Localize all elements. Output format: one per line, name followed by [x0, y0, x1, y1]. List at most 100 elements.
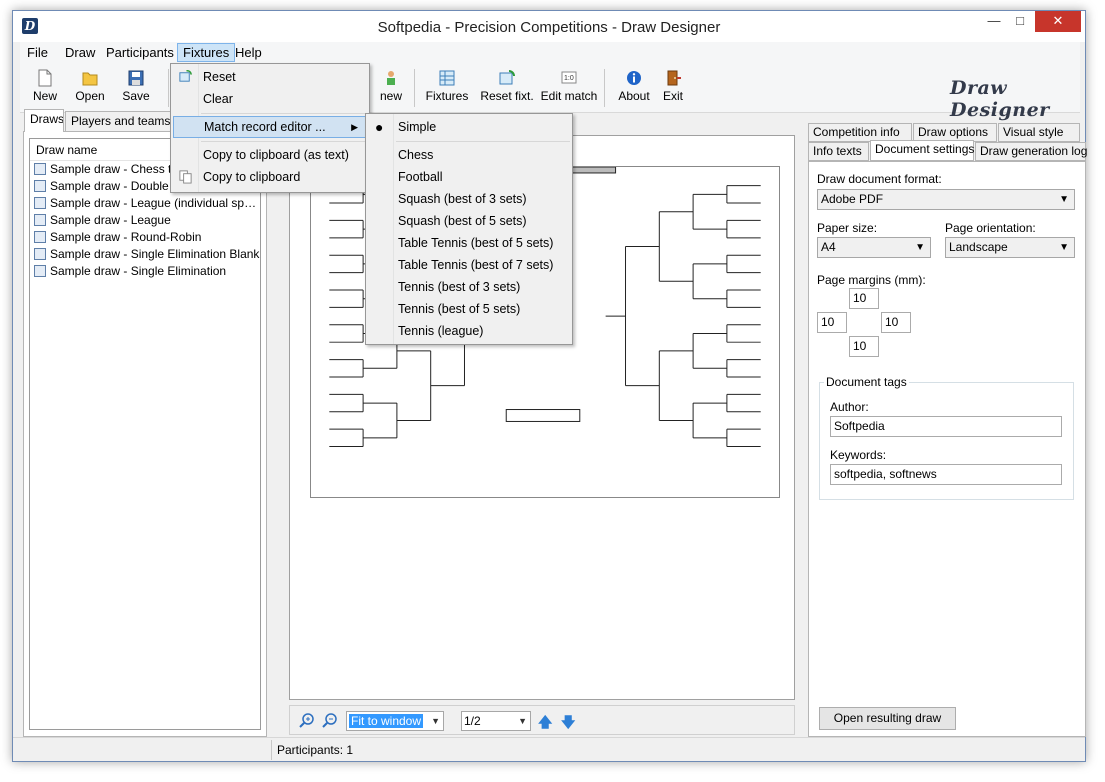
margin-bottom-field[interactable]: 10 — [849, 336, 879, 357]
list-item-label: Sample draw - League (individual sp… — [50, 196, 257, 210]
menu-item-label: Tennis (best of 5 sets) — [398, 302, 521, 316]
right-panel: Competition info Draw options Visual sty… — [808, 123, 1087, 737]
tab-players-and-teams[interactable]: Players and teams d — [65, 111, 171, 131]
orientation-select[interactable]: Landscape ▼ — [945, 237, 1075, 258]
menu-item-label: Tennis (league) — [398, 324, 484, 338]
list-item-label: Sample draw - Chess tou — [50, 162, 185, 176]
page-down-icon[interactable]: 🡇 — [561, 712, 575, 736]
list-item-label: Sample draw - Round-Robin — [50, 230, 202, 244]
menu-item-copy-as-text[interactable]: Copy to clipboard (as text) — [173, 144, 367, 166]
status-separator — [271, 740, 272, 760]
list-item[interactable]: Sample draw - League — [30, 212, 260, 229]
new-participant-label: new — [379, 89, 402, 103]
open-folder-icon — [82, 72, 98, 86]
new-file-icon — [38, 69, 52, 87]
edit-match-label: Edit match — [540, 89, 598, 103]
menu-item-squash-3[interactable]: Squash (best of 3 sets) — [368, 188, 570, 210]
menu-item-reset[interactable]: Reset — [173, 66, 367, 88]
margin-right-field[interactable]: 10 — [881, 312, 911, 333]
toolbar-separator — [168, 69, 169, 107]
minimize-button[interactable]: — — [981, 11, 1007, 32]
reset-fixtures-button[interactable]: Reset fixt. — [476, 65, 538, 111]
menu-item-clear[interactable]: Clear — [173, 88, 367, 110]
menu-item-label: Match record editor ... — [204, 120, 326, 134]
menu-draw[interactable]: Draw — [60, 43, 100, 62]
menu-participants[interactable]: Participants — [101, 43, 179, 62]
menu-item-chess[interactable]: Chess — [368, 144, 570, 166]
margin-left-field[interactable]: 10 — [817, 312, 847, 333]
menu-item-tennis-5[interactable]: Tennis (best of 5 sets) — [368, 298, 570, 320]
edit-match-button[interactable]: 1:0 Edit match — [540, 65, 598, 111]
zoom-out-icon[interactable] — [322, 712, 338, 728]
list-item[interactable]: Sample draw - League (individual sp… — [30, 195, 260, 212]
draw-icon — [34, 248, 46, 260]
menu-item-label: Chess — [398, 148, 434, 162]
submenu-arrow-icon: ▶ — [351, 122, 358, 132]
menu-item-label: Tennis (best of 3 sets) — [398, 280, 521, 294]
format-select[interactable]: Adobe PDF ▼ — [817, 189, 1075, 210]
keywords-label: Keywords: — [830, 448, 887, 462]
menu-item-table-tennis-7[interactable]: Table Tennis (best of 7 sets) — [368, 254, 570, 276]
page-select[interactable]: 1/2 ▼ — [461, 711, 531, 731]
zoom-mode-value: Fit to window — [349, 714, 424, 728]
list-item[interactable]: Sample draw - Round-Robin — [30, 229, 260, 246]
brand-logo: Draw Designer — [950, 77, 1050, 121]
chevron-down-icon: ▼ — [1059, 242, 1069, 253]
page-up-icon[interactable]: 🡅 — [538, 712, 552, 736]
about-button[interactable]: About — [614, 65, 654, 111]
toolbar-separator — [414, 69, 415, 107]
menu-item-football[interactable]: Football — [368, 166, 570, 188]
paper-size-select[interactable]: A4 ▼ — [817, 237, 931, 258]
save-button-label: Save — [122, 89, 150, 103]
exit-button[interactable]: Exit — [656, 65, 690, 111]
menu-item-tennis-league[interactable]: Tennis (league) — [368, 320, 570, 342]
close-button[interactable]: ✕ — [1035, 11, 1081, 32]
author-label: Author: — [830, 400, 869, 414]
zoom-mode-select[interactable]: Fit to window ▼ — [346, 711, 444, 731]
reset-fixtures-icon — [499, 70, 515, 85]
tab-draws[interactable]: Draws — [24, 109, 64, 132]
reset-icon — [179, 70, 192, 82]
title-bar: D Softpedia - Precision Competitions - D… — [13, 11, 1085, 42]
menu-item-simple[interactable]: ● Simple — [368, 116, 570, 138]
tab-visual-style[interactable]: Visual style — [998, 123, 1080, 142]
menu-separator — [201, 141, 367, 142]
tab-draw-generation-log[interactable]: Draw generation log — [975, 142, 1087, 161]
menu-bar: File Draw Participants Fixtures Help — [20, 42, 1080, 63]
new-button[interactable]: New — [26, 65, 64, 111]
menu-file[interactable]: File — [22, 43, 53, 62]
user-add-icon — [387, 71, 395, 85]
list-item[interactable]: Sample draw - Single Elimination Blank — [30, 246, 260, 263]
fixtures-button[interactable]: Fixtures — [422, 65, 472, 111]
list-item[interactable]: Sample draw - Single Elimination — [30, 263, 260, 280]
selected-bullet-icon: ● — [375, 119, 384, 135]
draws-list[interactable]: Draw name Sample draw - Chess tou Sample… — [29, 138, 261, 730]
draw-icon — [34, 265, 46, 277]
author-field[interactable]: Softpedia — [830, 416, 1062, 437]
new-participant-button[interactable]: new — [373, 65, 409, 111]
open-button[interactable]: Open — [70, 65, 110, 111]
menu-item-copy-to-clipboard[interactable]: Copy to clipboard — [173, 166, 367, 188]
tab-document-settings[interactable]: Document settings — [870, 140, 974, 161]
keywords-field[interactable]: softpedia, softnews — [830, 464, 1062, 485]
menu-item-tennis-3[interactable]: Tennis (best of 3 sets) — [368, 276, 570, 298]
draw-icon — [34, 180, 46, 192]
menu-fixtures[interactable]: Fixtures — [177, 43, 236, 62]
toolbar-separator — [604, 69, 605, 107]
maximize-button[interactable]: □ — [1007, 11, 1033, 32]
menu-help[interactable]: Help — [230, 43, 267, 62]
menu-item-table-tennis-5[interactable]: Table Tennis (best of 5 sets) — [368, 232, 570, 254]
menu-item-label: Copy to clipboard — [203, 170, 301, 184]
about-button-label: About — [618, 89, 650, 103]
document-tags-group: Document tags Author: Softpedia Keywords… — [819, 375, 1074, 500]
zoom-in-icon[interactable] — [299, 712, 315, 728]
new-button-label: New — [32, 89, 57, 103]
list-item-label: Sample draw - Single Elimination — [50, 264, 227, 278]
margin-top-field[interactable]: 10 — [849, 288, 879, 309]
tab-info-texts[interactable]: Info texts — [808, 142, 869, 161]
save-button[interactable]: Save — [116, 65, 156, 111]
menu-item-squash-5[interactable]: Squash (best of 5 sets) — [368, 210, 570, 232]
menu-item-label: Reset — [203, 70, 236, 84]
menu-item-match-record-editor[interactable]: Match record editor ... ▶ — [173, 116, 367, 138]
open-resulting-draw-button[interactable]: Open resulting draw — [819, 707, 956, 730]
